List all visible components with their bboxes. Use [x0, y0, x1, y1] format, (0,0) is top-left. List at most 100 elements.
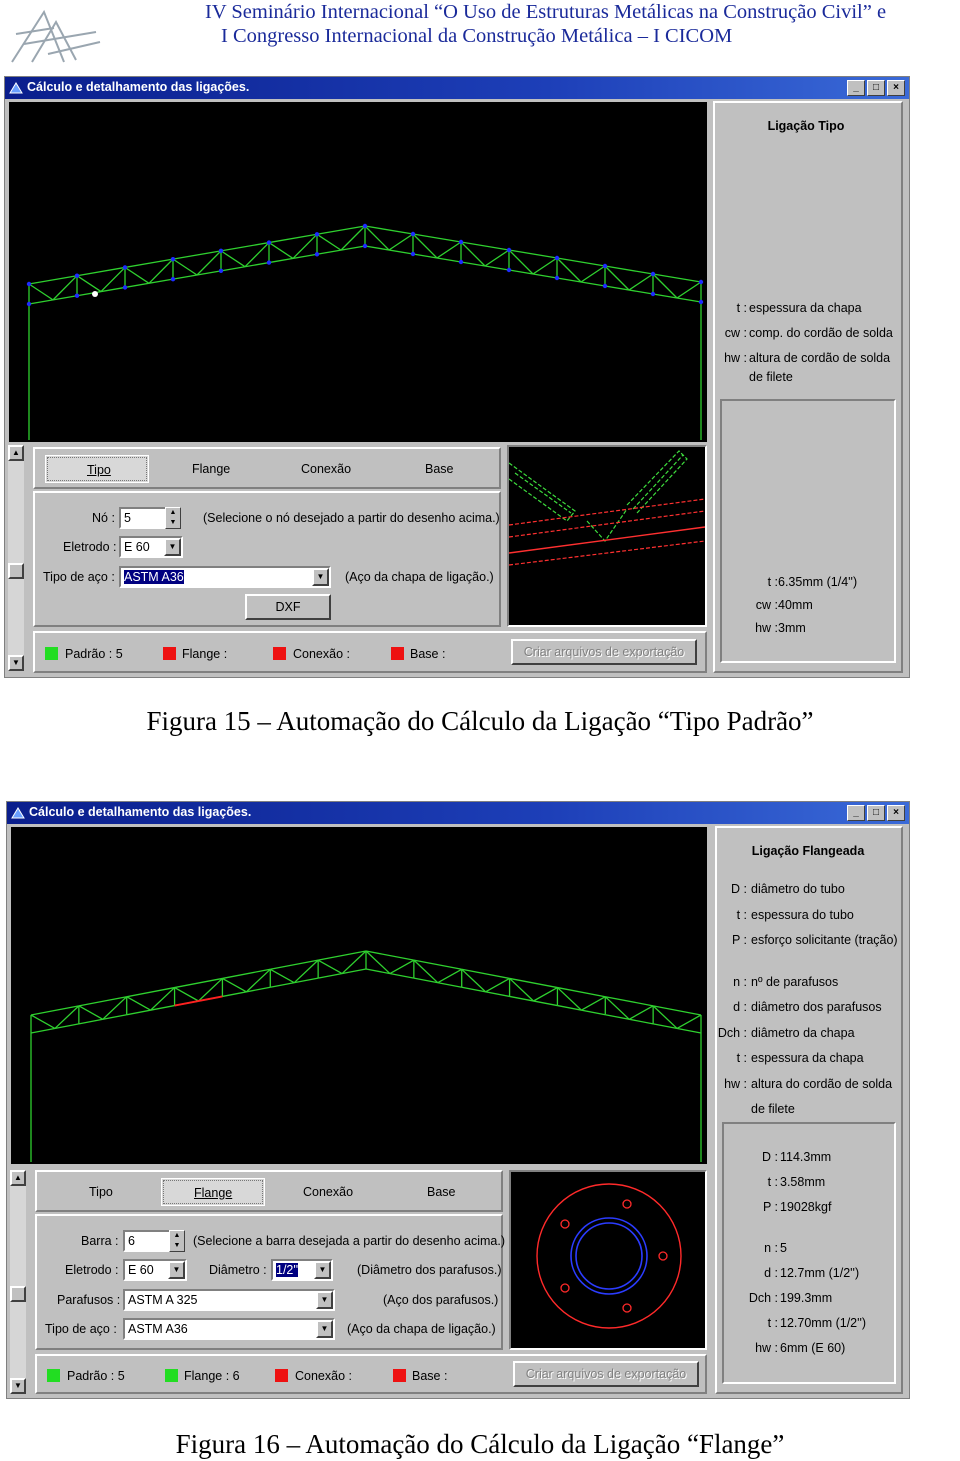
barra-spinner[interactable]: ▲ ▼ — [169, 1230, 185, 1252]
truss-member[interactable] — [653, 1005, 702, 1016]
truss-node[interactable] — [650, 271, 656, 277]
truss-member[interactable] — [78, 996, 127, 1007]
export-button[interactable]: Criar arquivos de exportação — [513, 1361, 699, 1387]
truss-member[interactable] — [269, 968, 295, 984]
truss-node[interactable] — [458, 239, 464, 245]
truss-member[interactable] — [557, 986, 606, 998]
maximize-icon[interactable]: □ — [867, 80, 885, 96]
truss-node[interactable] — [602, 263, 608, 269]
truss-node[interactable] — [170, 276, 176, 282]
truss-member[interactable] — [222, 968, 271, 980]
truss-member[interactable] — [174, 995, 223, 1007]
truss-member[interactable] — [532, 257, 558, 275]
truss-node[interactable] — [554, 255, 560, 261]
truss-member[interactable] — [174, 987, 199, 1002]
tipo-aco-select[interactable]: ASTM A36 — [123, 1318, 335, 1340]
truss-member[interactable] — [76, 275, 102, 293]
truss-member[interactable] — [76, 286, 126, 297]
truss-node[interactable] — [314, 252, 320, 257]
truss-node[interactable] — [218, 268, 224, 274]
truss-member[interactable] — [653, 1023, 702, 1034]
tab-base[interactable]: Base — [425, 462, 454, 476]
truss-node[interactable] — [698, 299, 704, 305]
truss-node[interactable] — [410, 251, 416, 257]
truss-member[interactable] — [124, 266, 150, 284]
truss-member[interactable] — [316, 233, 342, 251]
truss-member[interactable] — [676, 1014, 702, 1029]
tipo-aco-dropdown-icon[interactable]: ▼ — [312, 568, 329, 586]
truss-member[interactable] — [437, 968, 463, 984]
eletrodo-dropdown-icon[interactable]: ▼ — [164, 538, 181, 556]
title-bar[interactable]: Cálculo e detalhamento das ligações. _ □… — [7, 802, 909, 824]
truss-member[interactable] — [78, 1014, 127, 1025]
scroll-down-icon[interactable]: ▼ — [10, 1378, 26, 1394]
truss-node[interactable] — [410, 231, 416, 237]
truss-node[interactable] — [506, 247, 512, 253]
tab-tipo-label[interactable]: Tipo — [87, 463, 111, 477]
scroll-thumb[interactable] — [8, 563, 24, 579]
parafusos-dropdown-icon[interactable]: ▼ — [316, 1291, 333, 1309]
truss-member[interactable] — [318, 950, 367, 961]
dxf-button[interactable]: DXF — [245, 594, 331, 620]
truss-member[interactable] — [413, 959, 462, 970]
truss-canvas[interactable] — [11, 827, 707, 1164]
truss-node[interactable] — [266, 240, 272, 245]
truss-node[interactable] — [74, 273, 80, 278]
tab-conexao[interactable]: Conexão — [303, 1185, 353, 1199]
scroll-up-icon[interactable]: ▲ — [8, 445, 24, 461]
truss-member[interactable] — [317, 959, 343, 975]
truss-member[interactable] — [172, 258, 198, 276]
maximize-icon[interactable]: □ — [867, 805, 885, 821]
truss-member[interactable] — [220, 250, 246, 268]
truss-node[interactable] — [602, 283, 608, 289]
no-spinner[interactable]: ▲ ▼ — [165, 507, 181, 529]
truss-node[interactable] — [26, 301, 32, 307]
tab-flange[interactable]: Flange — [194, 1186, 232, 1200]
minimize-icon[interactable]: _ — [847, 80, 865, 96]
truss-member[interactable] — [436, 241, 462, 259]
truss-member[interactable] — [222, 986, 271, 998]
tab-tipo[interactable]: Tipo — [89, 1185, 113, 1199]
truss-node[interactable] — [266, 260, 272, 265]
truss-node[interactable] — [506, 267, 512, 273]
truss-member[interactable] — [270, 959, 319, 970]
truss-member[interactable] — [533, 987, 558, 1002]
truss-node[interactable] — [170, 256, 176, 262]
tab-base[interactable]: Base — [427, 1185, 456, 1199]
truss-member[interactable] — [30, 1014, 56, 1029]
truss-member[interactable] — [676, 281, 702, 299]
tipo-aco-dropdown-icon[interactable]: ▼ — [316, 1320, 333, 1338]
truss-member[interactable] — [28, 283, 54, 301]
truss-node[interactable] — [92, 291, 98, 297]
close-icon[interactable]: × — [887, 80, 905, 96]
truss-node[interactable] — [362, 223, 368, 229]
diametro-dropdown-icon[interactable]: ▼ — [314, 1261, 331, 1279]
truss-member[interactable] — [365, 950, 414, 961]
tab-conexao[interactable]: Conexão — [301, 462, 351, 476]
scroll-down-icon[interactable]: ▼ — [8, 655, 24, 671]
truss-member[interactable] — [461, 968, 510, 980]
truss-node[interactable] — [458, 259, 464, 265]
scroll-thumb[interactable] — [10, 1286, 26, 1302]
truss-node[interactable] — [650, 291, 656, 297]
truss-node[interactable] — [362, 243, 368, 249]
truss-member[interactable] — [268, 242, 294, 259]
truss-member[interactable] — [605, 1014, 654, 1025]
tab-flange[interactable]: Flange — [192, 462, 230, 476]
truss-node[interactable] — [314, 232, 320, 237]
truss-node[interactable] — [122, 265, 128, 270]
truss-member[interactable] — [222, 977, 247, 993]
parafusos-select[interactable]: ASTM A 325 — [123, 1289, 335, 1311]
truss-canvas[interactable] — [9, 102, 707, 442]
scroll-up-icon[interactable]: ▲ — [10, 1170, 26, 1186]
truss-member[interactable] — [389, 959, 415, 975]
truss-drawing[interactable] — [11, 827, 707, 1164]
truss-member[interactable] — [220, 261, 270, 272]
truss-member[interactable] — [30, 1023, 79, 1034]
truss-member[interactable] — [485, 977, 510, 993]
truss-drawing[interactable] — [9, 102, 707, 442]
tipo-aco-select[interactable]: ASTM A36 — [119, 566, 331, 588]
eletrodo-dropdown-icon[interactable]: ▼ — [168, 1261, 185, 1279]
truss-member[interactable] — [484, 249, 510, 267]
truss-member[interactable] — [580, 265, 606, 283]
